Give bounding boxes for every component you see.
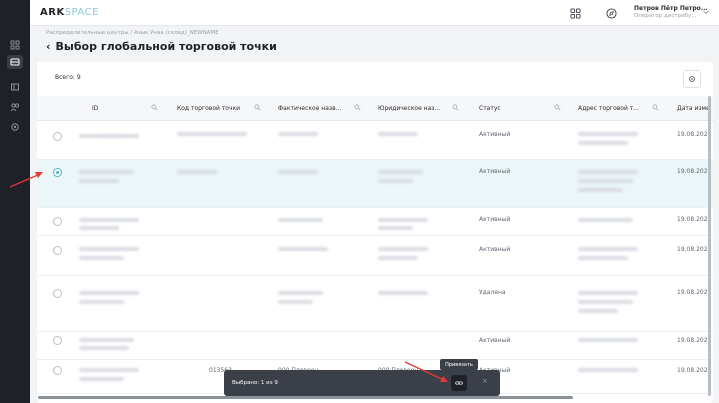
red-arrow-icon — [9, 172, 448, 382]
